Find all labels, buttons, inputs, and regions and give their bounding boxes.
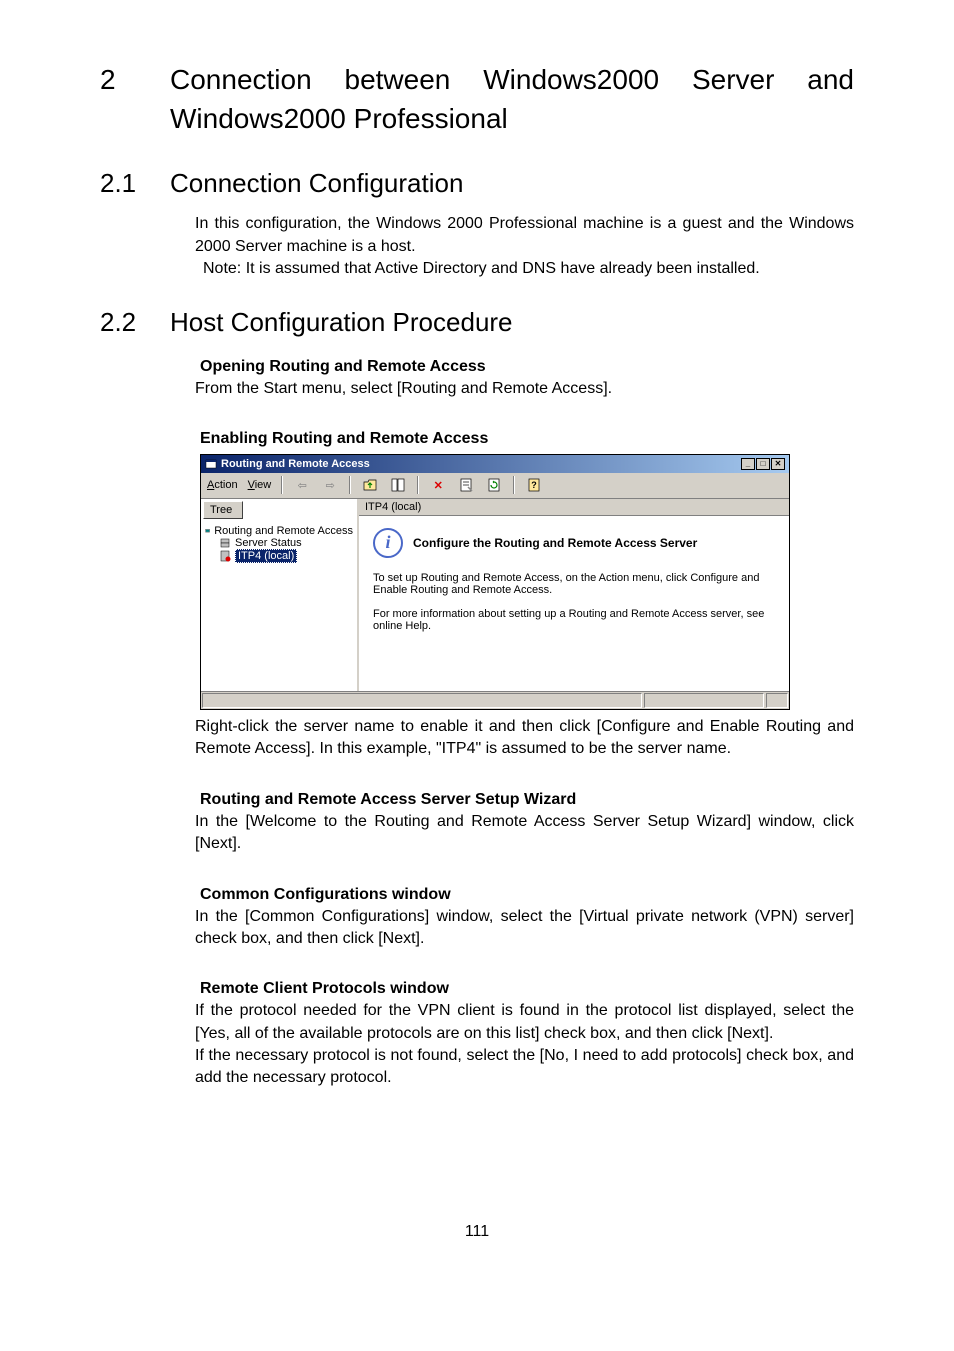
info-p2: For more information about setting up a … [373,608,775,632]
h2-2-number: 2.2 [100,307,170,338]
delete-icon[interactable]: ✕ [429,476,447,494]
sec21-note: Note: It is assumed that Active Director… [203,258,854,280]
info-icon: i [373,528,403,558]
tree-server-label: ITP4 (local) [235,549,297,563]
sub-remote-title: Remote Client Protocols window [200,980,854,998]
help-icon[interactable]: ? [525,476,543,494]
sec21-p1: In this configuration, the Windows 2000 … [195,213,854,258]
section-2-1-heading: 2.1 Connection Configuration [100,168,854,199]
svg-text:?: ? [532,480,538,490]
detail-header: ITP4 (local) [359,499,789,516]
sec21-body: In this configuration, the Windows 2000 … [195,213,854,280]
h1-line2: Windows2000 Professional [170,99,854,138]
sub-remote-body2: If the necessary protocol is not found, … [195,1045,854,1090]
back-icon[interactable]: ⇦ [293,476,311,494]
sub-remote-body1: If the protocol needed for the VPN clien… [195,1000,854,1045]
show-hide-icon[interactable] [389,476,407,494]
h2-1-text: Connection Configuration [170,168,463,199]
toolbar-separator [417,476,419,494]
mmc-body: Tree Routing and Remote Access Server St… [201,499,789,691]
mmc-screenshot: Routing and Remote Access _ □ ✕ Action V… [200,454,790,710]
mmc-window: Routing and Remote Access _ □ ✕ Action V… [200,454,790,710]
menu-action[interactable]: Action [207,479,238,491]
app-icon [205,458,217,470]
menu-view[interactable]: View [248,479,272,491]
status-cell [644,693,764,708]
tree-root-node[interactable]: Routing and Remote Access [205,525,353,537]
mmc-toolbar: Action View ⇦ ⇨ ✕ ? [201,473,789,499]
page-number: 111 [0,1223,954,1241]
status-cell [766,693,788,708]
tree-status-node[interactable]: Server Status [205,537,353,549]
forward-icon[interactable]: ⇨ [321,476,339,494]
refresh-icon[interactable] [485,476,503,494]
tree-status-label: Server Status [235,537,302,549]
sub-wizard-body: In the [Welcome to the Routing and Remot… [195,811,854,856]
close-button[interactable]: ✕ [771,458,785,470]
sub-opening-title: Opening Routing and Remote Access [200,358,854,376]
up-folder-icon[interactable] [361,476,379,494]
sub-enabling-after: Right-click the server name to enable it… [195,716,854,761]
info-p1: To set up Routing and Remote Access, on … [373,572,775,596]
minimize-button[interactable]: _ [741,458,755,470]
mmc-titlebar: Routing and Remote Access _ □ ✕ [201,455,789,473]
mmc-title-text: Routing and Remote Access [221,458,370,470]
h1-number: 2 [100,60,170,138]
h2-2-text: Host Configuration Procedure [170,307,513,338]
h2-1-number: 2.1 [100,168,170,199]
toolbar-separator [349,476,351,494]
tree-server-node[interactable]: ITP4 (local) [205,549,353,563]
properties-icon[interactable] [457,476,475,494]
mmc-tree-pane: Tree Routing and Remote Access Server St… [201,499,359,691]
sub-enabling-title: Enabling Routing and Remote Access [200,430,854,448]
sub-common-title: Common Configurations window [200,886,854,904]
maximize-button[interactable]: □ [756,458,770,470]
mmc-statusbar [201,691,789,709]
section-2-heading: 2 Connection between Windows2000 Server … [100,60,854,138]
server-status-icon [219,537,231,549]
info-title: Configure the Routing and Remote Access … [413,536,697,550]
mmc-detail-pane: ITP4 (local) i Configure the Routing and… [359,499,789,691]
tree-header[interactable]: Tree [203,501,243,519]
status-cell [202,693,642,708]
sub-common-body: In the [Common Configurations] window, s… [195,906,854,951]
console-icon [205,525,210,537]
sub-opening-body: From the Start menu, select [Routing and… [195,378,854,400]
h1-line1: Connection between Windows2000 Server an… [170,60,854,99]
server-icon [219,550,231,562]
tree-root-label: Routing and Remote Access [214,525,353,537]
toolbar-separator [513,476,515,494]
section-2-2-heading: 2.2 Host Configuration Procedure [100,307,854,338]
sub-wizard-title: Routing and Remote Access Server Setup W… [200,791,854,809]
toolbar-separator [281,476,283,494]
